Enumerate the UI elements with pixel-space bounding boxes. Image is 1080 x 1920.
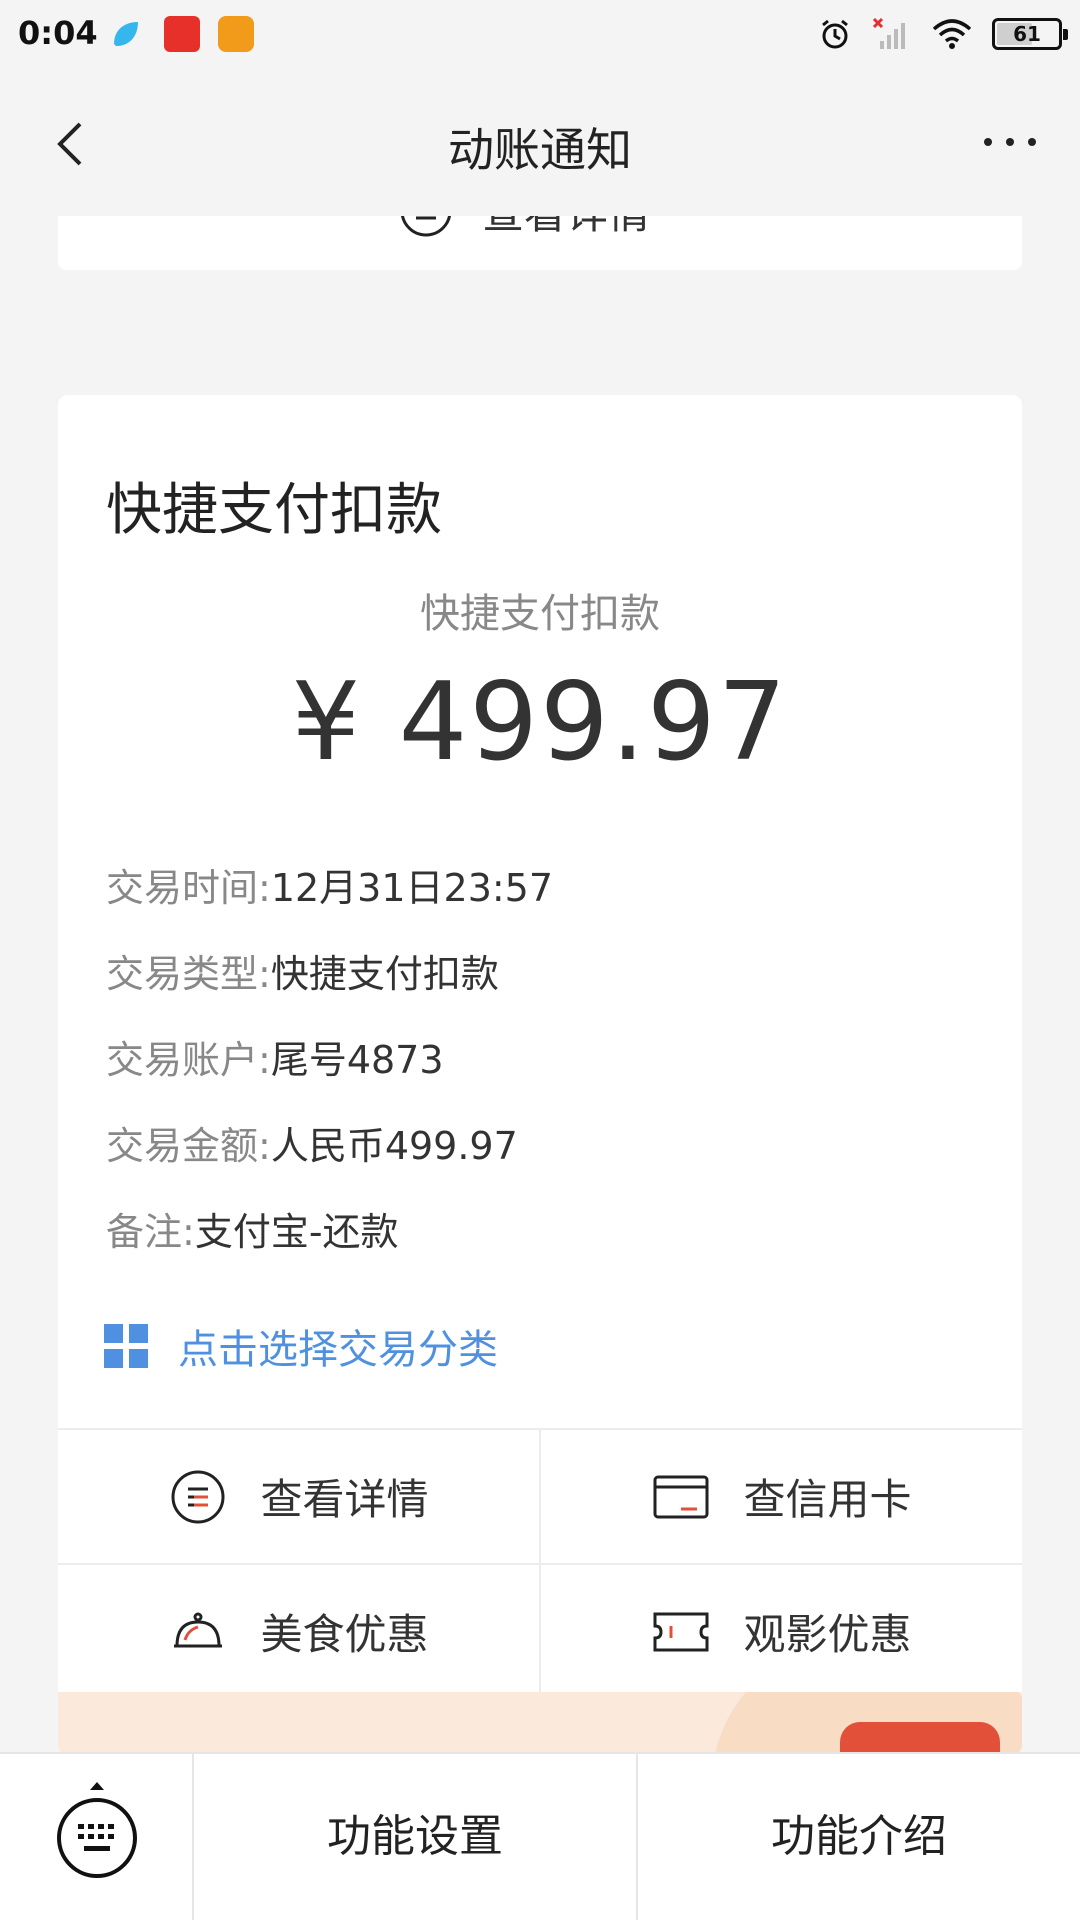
detail-value: 支付宝-还款	[194, 1210, 399, 1254]
detail-value: 尾号4873	[270, 1038, 444, 1082]
detail-value: 快捷支付扣款	[270, 952, 499, 996]
banner-button[interactable]	[840, 1722, 1000, 1755]
notice-title: 快捷支付扣款	[106, 478, 442, 543]
detail-row-amount: 交易金额:人民币499.97	[106, 1103, 553, 1189]
detail-value: 人民币499.97	[270, 1124, 518, 1168]
list-circle-icon	[171, 1470, 225, 1523]
status-time: 0:04	[18, 14, 98, 52]
function-intro-button[interactable]: 功能介绍	[638, 1754, 1080, 1920]
action-label: 美食优惠	[260, 1610, 429, 1659]
food-deals-button[interactable]: 美食优惠	[58, 1565, 539, 1698]
transaction-details: 交易时间:12月31日23:57 交易类型:快捷支付扣款 交易账户:尾号4873…	[106, 845, 553, 1275]
check-credit-card-button[interactable]: 查信用卡	[541, 1430, 1022, 1563]
app-notification-icon-red	[164, 16, 200, 52]
detail-label: 交易时间:	[106, 866, 271, 910]
more-icon[interactable]	[980, 120, 1040, 164]
keyboard-toggle-button[interactable]	[0, 1754, 192, 1920]
previous-notice-card: 查看详情	[58, 216, 1022, 270]
credit-card-icon	[653, 1475, 709, 1518]
status-icons: 61	[818, 14, 1068, 54]
notice-subtitle: 快捷支付扣款	[420, 591, 660, 637]
select-category-label: 点击选择交易分类	[178, 1327, 498, 1373]
alarm-icon	[822, 19, 848, 49]
grid-icon	[104, 1324, 148, 1368]
detail-value: 12月31日23:57	[270, 866, 554, 910]
app-notification-icon-orange	[218, 16, 254, 52]
detail-label: 交易账户:	[106, 1038, 271, 1082]
keyboard-icon	[57, 1782, 137, 1878]
list-circle-icon	[401, 216, 451, 236]
app-notification-icon	[114, 22, 138, 46]
promo-banner[interactable]	[58, 1692, 1022, 1755]
signal-off-icon	[872, 17, 905, 49]
detail-label: 交易类型:	[106, 952, 271, 996]
wifi-icon	[932, 19, 972, 49]
status-bar: 0:04 61	[0, 0, 1080, 70]
notice-card: 快捷支付扣款 快捷支付扣款 ¥ 499.97 交易时间:12月31日23:57 …	[58, 395, 1022, 1755]
view-details-button[interactable]: 查看详情	[58, 1430, 539, 1563]
previous-view-details-label: 查看详情	[482, 216, 650, 241]
detail-row-type: 交易类型:快捷支付扣款	[106, 931, 553, 1017]
detail-label: 交易金额:	[106, 1124, 271, 1168]
transaction-amount: ¥ 499.97	[291, 660, 789, 785]
page-title: 动账通知	[448, 123, 632, 177]
detail-row-remark: 备注:支付宝-还款	[106, 1189, 553, 1275]
detail-label: 备注:	[106, 1210, 195, 1254]
action-label: 查信用卡	[743, 1475, 912, 1524]
battery-icon: 61	[992, 18, 1068, 50]
battery-text: 61	[1013, 22, 1041, 46]
select-category-link[interactable]: 点击选择交易分类	[104, 1317, 498, 1375]
bottom-bar: 功能设置 功能介绍	[0, 1752, 1080, 1920]
previous-view-details-button[interactable]: 查看详情	[398, 216, 650, 241]
detail-row-time: 交易时间:12月31日23:57	[106, 845, 553, 931]
battery-tip	[1063, 29, 1068, 40]
movie-deals-button[interactable]: 观影优惠	[541, 1565, 1022, 1698]
action-label: 观影优惠	[743, 1610, 912, 1659]
food-cloche-icon	[174, 1612, 223, 1647]
detail-row-account: 交易账户:尾号4873	[106, 1017, 553, 1103]
nav-bar: 动账通知	[0, 70, 1080, 216]
ticket-icon	[653, 1612, 709, 1651]
action-grid: 查看详情 查信用卡 美食优惠 观影优惠	[58, 1428, 1022, 1700]
action-label: 查看详情	[260, 1475, 429, 1524]
function-settings-button[interactable]: 功能设置	[194, 1754, 636, 1920]
